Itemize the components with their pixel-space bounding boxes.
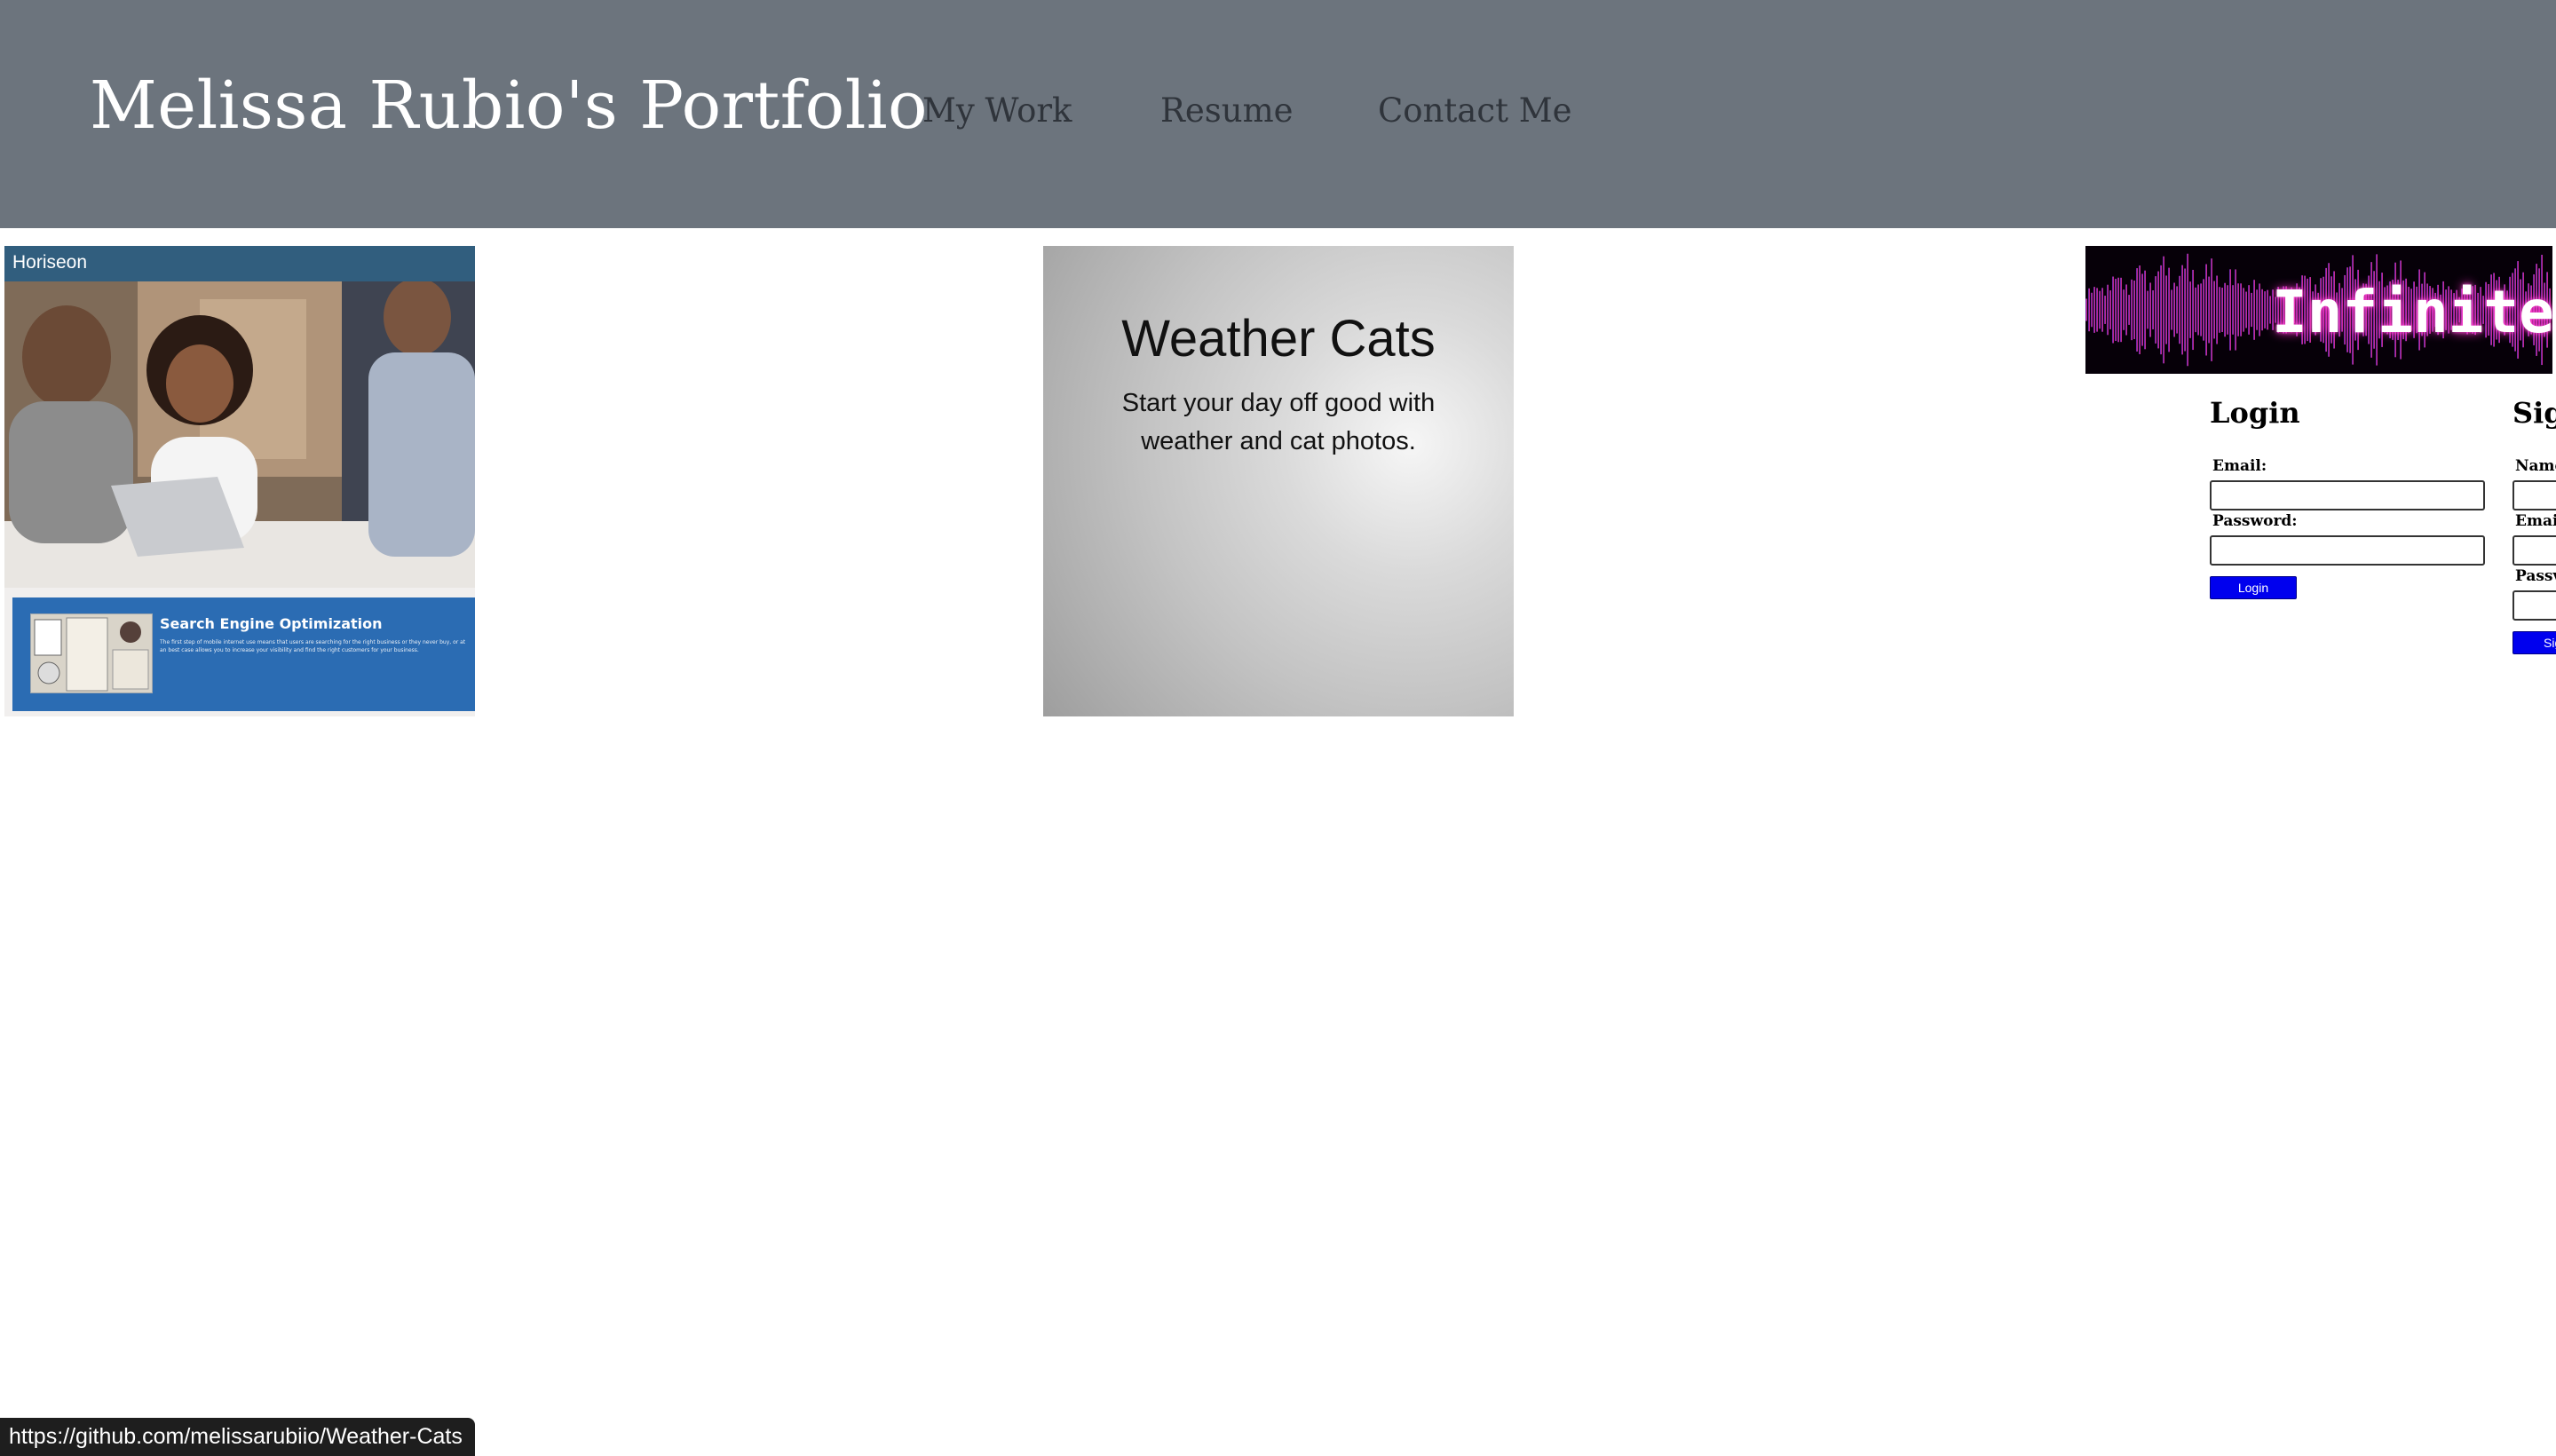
horiseon-hero-image [4,281,475,588]
weather-title: Weather Cats [1121,310,1436,368]
project-card-weather-cats[interactable]: Weather Cats Start your day off good wit… [1043,246,1514,716]
seo-text: The first step of mobile internet use me… [160,639,466,653]
signup-password-label: Passv [2515,567,2556,585]
weather-subtitle: Start your day off good with weather and… [1121,389,1436,455]
signup-email-input[interactable] [2512,535,2556,566]
login-heading: Login [2210,396,2300,430]
seo-title: Search Engine Optimization [160,615,383,632]
login-password-input[interactable] [2210,535,2485,566]
nav-my-work[interactable]: My Work [922,94,1072,127]
horiseon-header-bar: Horiseon [4,246,475,281]
signup-name-input[interactable] [2512,480,2556,510]
status-bar-url: https://github.com/melissarubiio/Weather… [0,1418,475,1456]
login-password-label: Password: [2212,512,2298,530]
signup-name-label: Name [2515,457,2556,475]
signup-button[interactable]: Sig [2512,631,2556,654]
project-card-horiseon[interactable]: Horiseon Search Engine Optimization The … [4,246,475,716]
login-email-label: Email: [2212,457,2267,475]
horiseon-hero-photo [4,281,475,588]
site-header: Melissa Rubio's Portfolio My Work Resume… [0,0,2556,228]
horiseon-brand: Horiseon [12,252,88,273]
horiseon-seo-panel: Search Engine Optimization The first ste… [12,597,475,711]
infinite-banner-text: Infinite [2272,278,2552,346]
nav-contact-me[interactable]: Contact Me [1378,94,1571,127]
nav-resume[interactable]: Resume [1160,94,1294,127]
login-button[interactable]: Login [2210,576,2297,599]
infinite-banner: Infinite [2085,246,2552,374]
seo-thumbnail-image [30,613,153,693]
login-email-input[interactable] [2210,480,2485,510]
signup-password-input[interactable] [2512,590,2556,621]
site-title: Melissa Rubio's Portfolio [90,67,929,144]
signup-email-label: Emai [2515,512,2556,530]
project-card-infinite[interactable]: Infinite Login Email: Password: Login Si… [2085,246,2556,716]
signup-heading: Sig [2512,396,2556,430]
